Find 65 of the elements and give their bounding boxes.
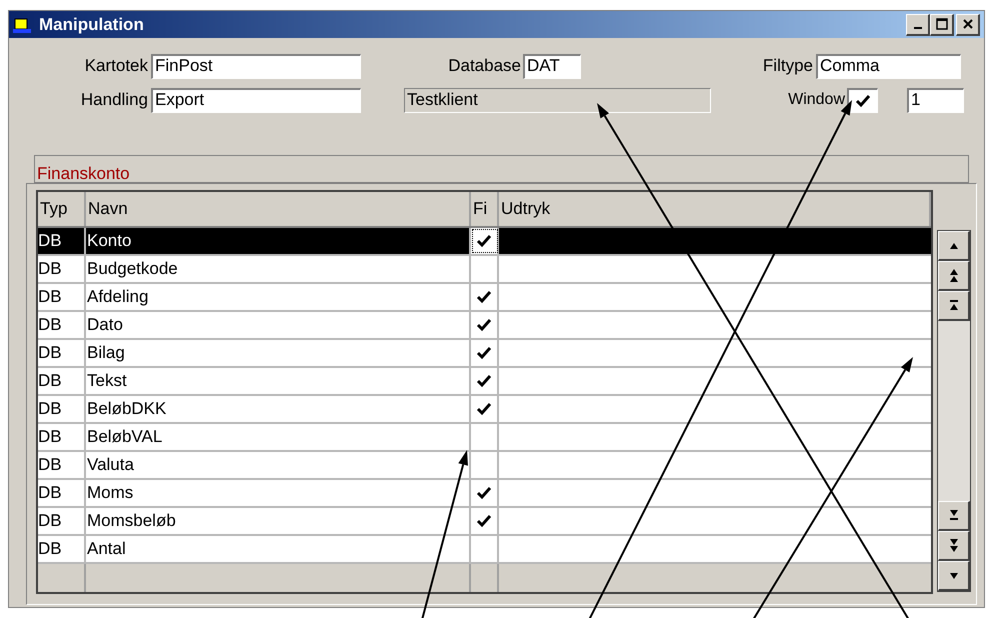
table-row[interactable]: DB Bilag [38,340,931,368]
table-cell: DB [38,368,86,394]
table-cell: DB [38,284,86,310]
table-cell: BeløbVAL [86,424,471,450]
table-cell: Afdeling [86,284,471,310]
table-row[interactable]: DB Dato [38,312,931,340]
input-field[interactable]: 1 [907,88,964,112]
field-label: Kartotek [84,55,149,78]
table-row[interactable]: DB BeløbDKK [38,396,931,424]
minimize-button[interactable] [906,14,930,36]
column-header[interactable]: Typ [38,192,86,226]
table-cell: Budgetkode [86,256,471,282]
field-label: Window [787,90,846,110]
field-label: Handling [80,89,149,112]
close-icon [962,18,974,30]
table-row[interactable]: DB Antal [38,536,931,564]
client-box: Testklient [404,88,711,112]
column-header[interactable]: Udtryk [499,192,931,226]
field-label: Filtype [762,55,814,78]
table-row[interactable]: DB Momsbeløb [38,508,931,536]
table-cell: Antal [86,536,471,562]
input-field[interactable]: Comma [816,54,961,78]
window-title: Manipulation [39,14,144,36]
scroll-button[interactable] [938,291,970,321]
scroll-button[interactable] [938,561,970,591]
table-cell: BeløbDKK [86,396,471,422]
table-row[interactable]: DB Valuta [38,452,931,480]
scroll-button[interactable] [938,501,970,531]
column-header[interactable]: Navn [86,192,471,226]
input-field[interactable]: Export [151,88,361,112]
maximize-icon [936,18,948,30]
table-cell: DB [38,228,86,254]
close-button[interactable] [956,14,980,36]
minimize-icon [914,27,922,29]
table-row[interactable]: DB Moms [38,480,931,508]
table-row[interactable]: DB Tekst [38,368,931,396]
window-folder-icon [13,16,33,34]
table-cell: DB [38,256,86,282]
table-cell: Bilag [86,340,471,366]
input-field[interactable]: DAT [523,54,581,78]
table-cell: DB [38,424,86,450]
table-cell: DB [38,340,86,366]
table-row[interactable]: DB Afdeling [38,284,931,312]
table-cell: DB [38,536,86,562]
table-cell: DB [38,452,86,478]
table-row[interactable]: DB Budgetkode [38,256,931,284]
table-cell: Tekst [86,368,471,394]
table-cell: DB [38,312,86,338]
table-cell: Dato [86,312,471,338]
scroll-button[interactable] [938,531,970,561]
table-cell: DB [38,480,86,506]
scroll-button[interactable] [938,261,970,291]
window-checkbox[interactable] [847,88,878,112]
group-header: Finanskonto [34,155,969,183]
table-cell: Moms [86,480,471,506]
scroll-button[interactable] [938,231,970,261]
column-header[interactable]: Fi [471,192,499,226]
input-field[interactable]: FinPost [151,54,361,78]
maximize-button[interactable] [930,14,954,36]
table-cell: DB [38,508,86,534]
table-row[interactable]: DB BeløbVAL [38,424,931,452]
table-row[interactable]: DB Konto [38,228,931,256]
table-cell: DB [38,396,86,422]
field-label: Database [447,55,522,78]
table-cell: Momsbeløb [86,508,471,534]
